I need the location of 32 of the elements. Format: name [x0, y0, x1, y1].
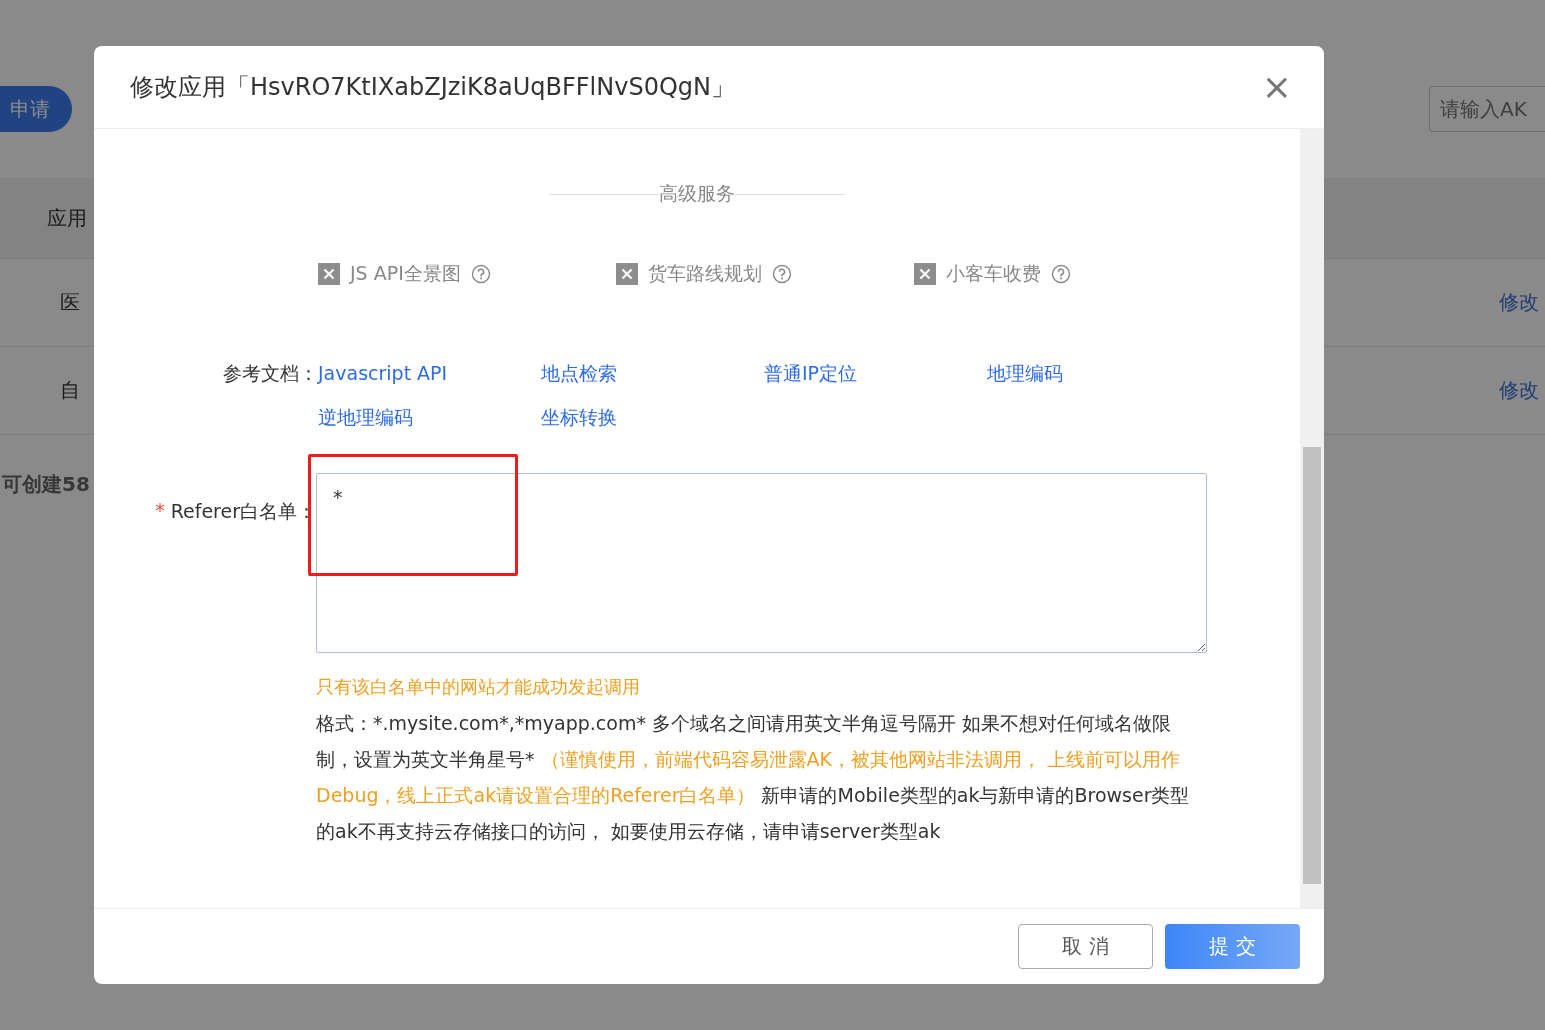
edit-link[interactable]: 修改: [1499, 377, 1539, 404]
submit-button[interactable]: 提 交: [1165, 924, 1300, 969]
column-header: 应用: [47, 204, 87, 232]
search-field[interactable]: 请输入AK: [1429, 86, 1545, 132]
dialog-title: 修改应用「HsvRO7KtIXabZJziK8aUqBFFlNvS0QgN」: [130, 72, 735, 103]
doc-link[interactable]: 地理编码: [987, 361, 1063, 385]
doc-link[interactable]: 普通IP定位: [764, 361, 858, 385]
referer-textarea[interactable]: *: [316, 473, 1207, 653]
doc-link[interactable]: 地点检索: [541, 361, 617, 385]
quota-text: 可创建58: [2, 471, 90, 498]
checkbox-label: 货车路线规划: [648, 261, 762, 286]
checkbox-label: JS API全景图: [350, 261, 461, 286]
scrollbar[interactable]: [1300, 129, 1324, 908]
help-text: 格式：*.mysite.com*,*myapp.com* 多个域名之间请用英文半角逗号隔开 如果不想对任何域名做限制，设置为英文半角星号* （谨慎使用，前端代码容易泄露AK，被其他网站非法调用， 上线前可以用作Debug，线上正式ak请设置合理的Referer白名单） 新申请的Mobile类型的ak与新申请的Browser类型的ak不再支持云存储接口的访问， 如要使用云存储，请申请server类型ak: [316, 711, 1191, 844]
doc-link[interactable]: Javascript API: [318, 361, 448, 385]
field-label: Referer白名单：: [170, 499, 316, 524]
section-title: 高级服务: [659, 181, 735, 206]
help-icon[interactable]: [1051, 264, 1071, 284]
help-icon[interactable]: [470, 264, 491, 284]
required-mark: *: [155, 499, 165, 523]
checkbox-label: 小客车收费: [946, 261, 1041, 286]
cancel-button[interactable]: 取 消: [1018, 924, 1153, 969]
apply-button[interactable]: 申请: [0, 86, 72, 132]
doc-link[interactable]: 逆地理编码: [318, 405, 413, 429]
table-cell: 自: [60, 377, 80, 404]
table-cell: 医: [60, 289, 80, 316]
hint-text: 只有该白名单中的网站才能成功发起调用: [316, 675, 641, 699]
doc-link[interactable]: 坐标转换: [541, 405, 617, 429]
help-icon[interactable]: [772, 264, 792, 284]
edit-link[interactable]: 修改: [1499, 289, 1539, 316]
close-button[interactable]: ×: [1257, 69, 1296, 105]
field-label: 参考文档：: [222, 361, 318, 385]
